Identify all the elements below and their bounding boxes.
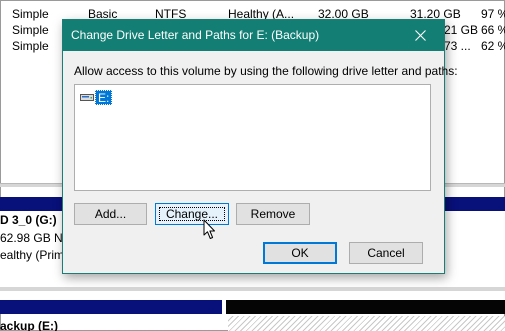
change-drive-letter-dialog: Change Drive Letter and Paths for E: (Ba… [62,19,458,274]
dialog-titlebar[interactable]: Change Drive Letter and Paths for E: (Ba… [63,20,444,51]
volume-layout: Simple [12,7,49,21]
drive-icon [80,94,94,101]
close-icon [415,30,426,41]
drive-paths-list[interactable]: E: [74,84,431,191]
volume-percent-free: 97 % [481,7,505,21]
disk2-volume-bar [0,300,222,314]
unallocated-area[interactable] [228,316,505,331]
cancel-button[interactable]: Cancel [349,242,423,264]
add-button[interactable]: Add... [74,203,147,225]
disk2-volume-name[interactable]: ackup (E:) [0,319,58,331]
remove-button[interactable]: Remove [236,203,310,225]
path-label: E: [95,90,113,105]
mouse-cursor-icon [203,219,215,239]
ok-button[interactable]: OK [263,242,337,264]
dialog-title: Change Drive Letter and Paths for E: (Ba… [71,28,320,42]
volume-free-space: 73 ... [444,39,471,53]
volume-layout: Simple [12,23,49,37]
unallocated-bar [226,300,505,314]
dialog-instruction: Allow access to this volume by using the… [74,64,458,78]
volume-layout: Simple [12,39,49,53]
disk-divider [0,287,505,291]
volume-percent-free: 62 % [481,39,505,53]
volume-percent-free: 66 % [481,23,505,37]
disk-volume-health: ealthy (Prim [0,248,65,262]
disk-volume-name: D 3_0 (G:) [0,213,57,227]
close-button[interactable] [398,20,444,51]
volume-free-space: 21 GB [444,23,479,37]
